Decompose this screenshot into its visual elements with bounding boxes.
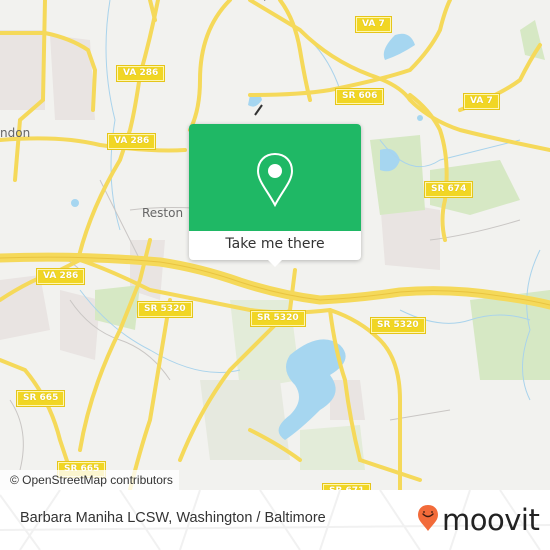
moovit-wordmark: moovit <box>442 503 540 537</box>
road-shield-va286: VA 286 <box>115 65 166 82</box>
road-shield-sr5320: SR 5320 <box>370 317 426 334</box>
take-me-there-button[interactable]: Take me there <box>189 231 361 260</box>
place-label-reston: Reston <box>142 206 184 220</box>
road-shield-sr606: SR 606 <box>334 88 385 105</box>
place-label-herndon: ndon <box>0 126 31 140</box>
map-attribution[interactable]: © OpenStreetMap contributors <box>0 470 179 490</box>
road-shield-sr665: SR 665 <box>15 390 66 407</box>
map-view[interactable]: ndon Reston VA 7 VA 286 VA 286 SR 606 VA… <box>0 0 550 490</box>
road-shield-va7: VA 7 <box>355 16 392 33</box>
location-pin-icon <box>255 152 295 212</box>
road-shield-sr5320: SR 5320 <box>250 310 306 327</box>
popup-header <box>189 124 361 231</box>
location-popup[interactable]: Take me there <box>189 124 361 267</box>
moovit-logo[interactable]: moovit <box>417 500 540 540</box>
place-title: Barbara Maniha LCSW, Washington / Baltim… <box>20 510 326 526</box>
road-shield-sr674: SR 674 <box>423 181 474 198</box>
footer-bar: Barbara Maniha LCSW, Washington / Baltim… <box>0 490 550 550</box>
popup-pointer <box>268 260 282 267</box>
road-shield-va286: VA 286 <box>35 268 86 285</box>
road-shield-va7: VA 7 <box>463 93 500 110</box>
road-shield-sr5320: SR 5320 <box>137 301 193 318</box>
moovit-pin-icon <box>417 504 439 536</box>
road-shield-va286: VA 286 <box>106 133 157 150</box>
